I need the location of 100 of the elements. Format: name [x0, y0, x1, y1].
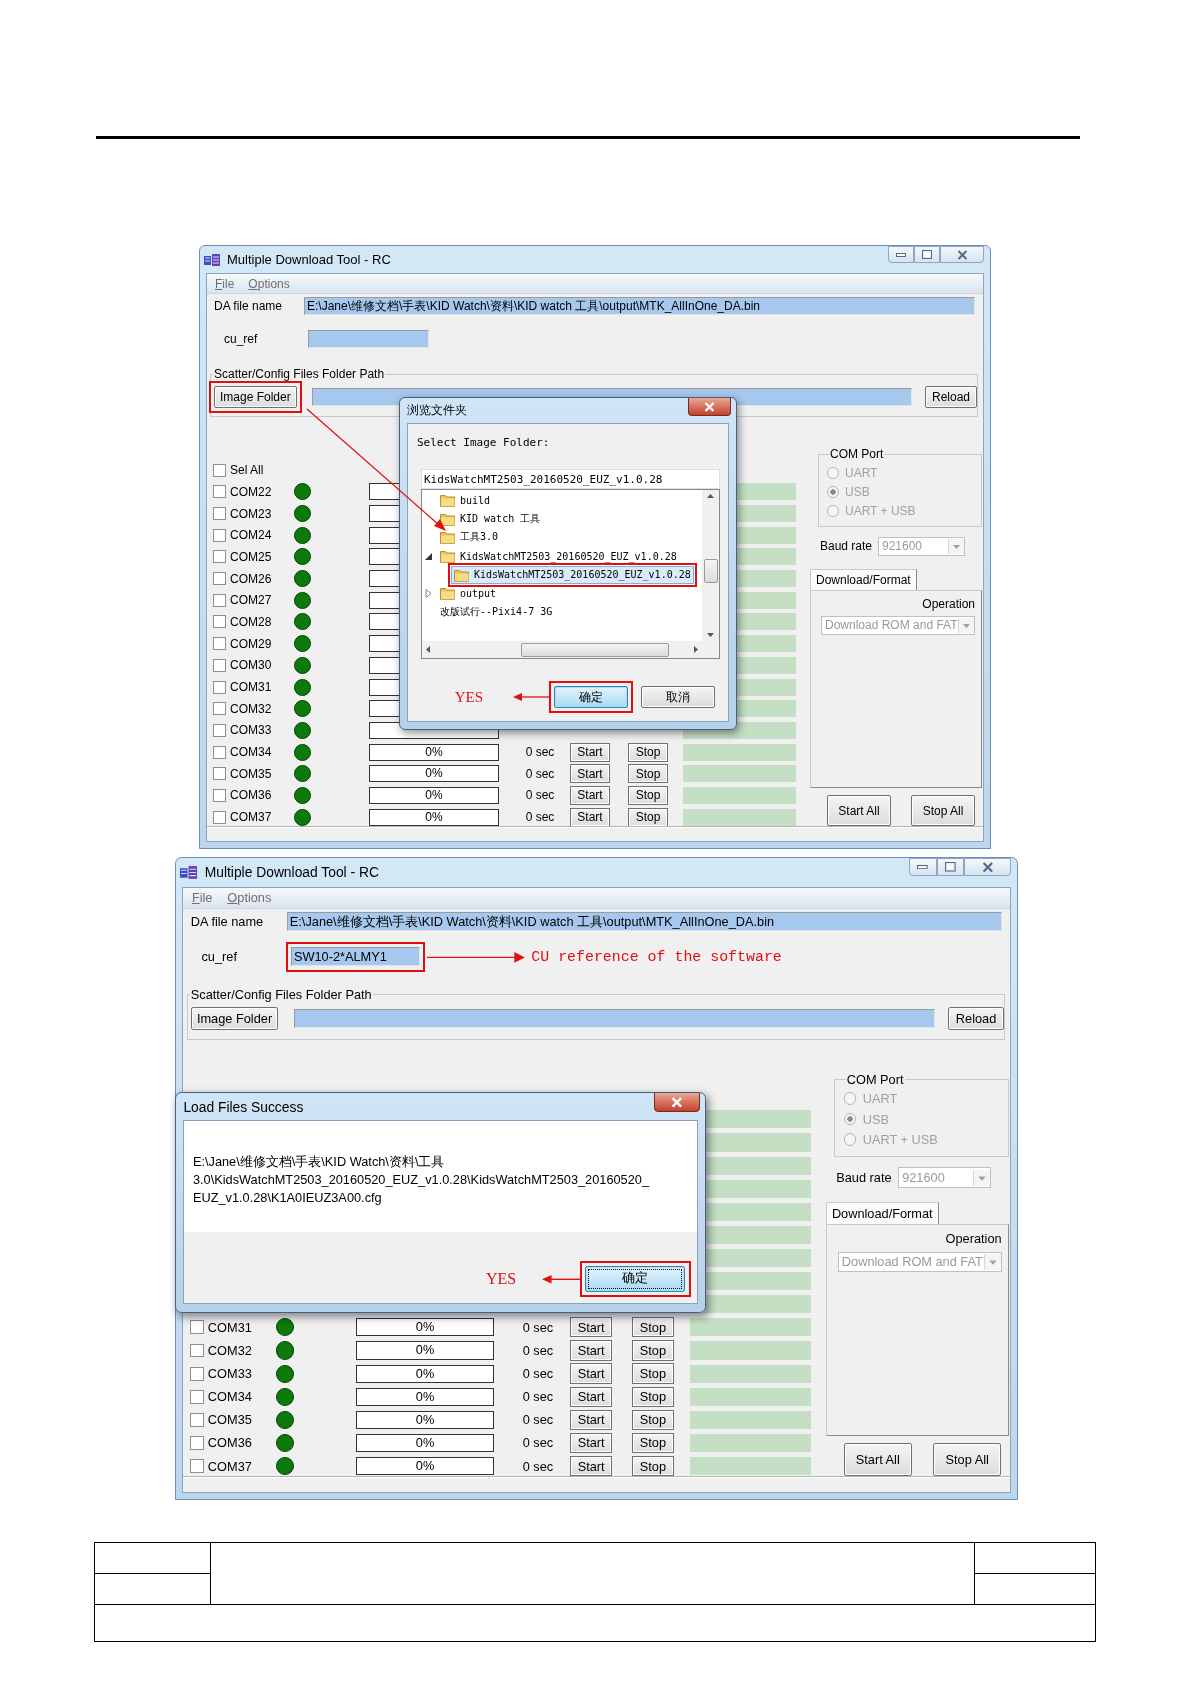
- stop-all-button[interactable]: Stop All: [911, 795, 975, 826]
- minimize-button[interactable]: [888, 246, 914, 263]
- checkbox[interactable]: [213, 463, 226, 477]
- folder-path-field[interactable]: [294, 1009, 935, 1029]
- start-button[interactable]: Start: [570, 807, 610, 827]
- checkbox[interactable]: [189, 1343, 204, 1358]
- start-button[interactable]: Start: [570, 785, 610, 805]
- start-button[interactable]: Start: [569, 1386, 613, 1407]
- checkbox[interactable]: [213, 767, 226, 781]
- tab[interactable]: Download/Format: [825, 1201, 939, 1224]
- stop-button[interactable]: Stop: [631, 1317, 675, 1338]
- stop-button[interactable]: Stop: [628, 742, 668, 762]
- start-button[interactable]: Start: [570, 742, 610, 762]
- maximize-button[interactable]: [914, 246, 940, 263]
- stop-button[interactable]: Stop: [628, 807, 668, 827]
- tree-item[interactable]: KID watch 工具: [437, 509, 544, 528]
- stop-button[interactable]: Stop: [628, 785, 668, 805]
- cu-ref-field[interactable]: [308, 330, 429, 348]
- start-all-button[interactable]: Start All: [827, 795, 891, 826]
- expand-arrow-icon[interactable]: [423, 588, 434, 598]
- image-folder-button[interactable]: Image Folder: [214, 386, 297, 408]
- tree-item[interactable]: build: [437, 491, 494, 510]
- checkbox[interactable]: [213, 637, 226, 651]
- dialog-button[interactable]: 取消: [641, 686, 715, 708]
- tree-item[interactable]: KidsWatchMT2503_20160520_EUZ_v1.0.28: [451, 565, 694, 584]
- checkbox[interactable]: [189, 1389, 204, 1404]
- checkbox[interactable]: [213, 528, 226, 542]
- checkbox[interactable]: [213, 658, 226, 672]
- checkbox[interactable]: [213, 485, 226, 499]
- radio-button[interactable]: [827, 504, 839, 517]
- scroll-left-icon[interactable]: [425, 645, 431, 654]
- start-all-button[interactable]: Start All: [843, 1442, 912, 1476]
- close-button[interactable]: [654, 1093, 701, 1113]
- da-file-field[interactable]: E:\Jane\维修文档\手表\KID Watch\资料\KID watch 工具\output\MTK_AllInOne_DA.bin: [286, 912, 1002, 932]
- dialog-button[interactable]: 确定: [554, 686, 628, 708]
- checkbox[interactable]: [213, 680, 226, 694]
- scrollbar-thumb[interactable]: [521, 642, 669, 657]
- reload-button[interactable]: Reload: [925, 386, 977, 408]
- checkbox[interactable]: [213, 810, 226, 824]
- checkbox[interactable]: [213, 723, 226, 737]
- start-button[interactable]: Start: [569, 1363, 613, 1384]
- tree-item[interactable]: KidsWatchMT2503_20160520_EUZ_v1.0.28: [437, 547, 680, 566]
- tab[interactable]: Download/Format: [810, 568, 917, 590]
- radio-button[interactable]: [827, 466, 839, 479]
- checkbox[interactable]: [213, 788, 226, 802]
- radio-button[interactable]: [827, 485, 839, 498]
- checkbox[interactable]: [213, 550, 226, 564]
- checkbox[interactable]: [189, 1366, 204, 1381]
- radio-button[interactable]: [843, 1092, 857, 1106]
- stop-all-button[interactable]: Stop All: [933, 1442, 1002, 1476]
- checkbox[interactable]: [213, 702, 226, 716]
- checkbox[interactable]: [213, 507, 226, 521]
- start-button[interactable]: Start: [569, 1432, 613, 1454]
- horizontal-scrollbar[interactable]: [422, 641, 702, 658]
- checkbox[interactable]: [213, 593, 226, 607]
- image-folder-button[interactable]: Image Folder: [190, 1006, 279, 1031]
- stop-button[interactable]: Stop: [631, 1386, 675, 1407]
- scroll-right-icon[interactable]: [693, 645, 699, 654]
- stop-button[interactable]: Stop: [631, 1409, 675, 1430]
- checkbox[interactable]: [213, 572, 226, 586]
- stop-button[interactable]: Stop: [631, 1455, 675, 1477]
- dialog-button[interactable]: 确定: [585, 1266, 686, 1292]
- cu-ref-field[interactable]: SW10-2*ALMY1: [290, 947, 420, 967]
- checkbox[interactable]: [213, 615, 226, 629]
- vertical-scrollbar[interactable]: [702, 490, 719, 641]
- radio-button[interactable]: [843, 1132, 857, 1146]
- menu-item[interactable]: Options: [242, 276, 296, 291]
- checkbox[interactable]: [189, 1459, 204, 1473]
- close-button[interactable]: [688, 398, 731, 416]
- stop-button[interactable]: Stop: [631, 1432, 675, 1454]
- tree-item[interactable]: 改版试行--Pixi4-7 3G: [437, 602, 556, 621]
- checkbox[interactable]: [189, 1320, 204, 1335]
- start-button[interactable]: Start: [570, 764, 610, 784]
- stop-button[interactable]: Stop: [631, 1340, 675, 1361]
- scrollbar-thumb[interactable]: [703, 559, 718, 583]
- scroll-up-icon[interactable]: [706, 493, 715, 499]
- close-button[interactable]: [940, 246, 984, 263]
- elapsed-time: 0 sec: [521, 1435, 555, 1451]
- tree-item[interactable]: output: [437, 584, 500, 603]
- radio-button[interactable]: [843, 1112, 857, 1126]
- stop-button[interactable]: Stop: [628, 764, 668, 784]
- start-button[interactable]: Start: [569, 1317, 613, 1338]
- menu-item[interactable]: File: [185, 890, 219, 906]
- minimize-button[interactable]: [908, 858, 937, 877]
- da-file-field[interactable]: E:\Jane\维修文档\手表\KID Watch\资料\KID watch 工具\output\MTK_AllInOne_DA.bin: [304, 297, 975, 315]
- checkbox[interactable]: [213, 745, 226, 759]
- stop-button[interactable]: Stop: [631, 1363, 675, 1384]
- tree-item[interactable]: 工具3.0: [437, 528, 502, 547]
- start-button[interactable]: Start: [569, 1340, 613, 1361]
- checkbox[interactable]: [189, 1436, 204, 1450]
- folder-path-field[interactable]: KidsWatchMT2503_20160520_EUZ_v1.0.28: [421, 469, 720, 489]
- menu-item[interactable]: Options: [220, 890, 278, 906]
- menu-item[interactable]: File: [209, 276, 241, 291]
- maximize-button[interactable]: [936, 858, 965, 877]
- reload-button[interactable]: Reload: [948, 1006, 1004, 1031]
- start-button[interactable]: Start: [569, 1409, 613, 1430]
- checkbox[interactable]: [189, 1412, 204, 1427]
- close-button[interactable]: [964, 858, 1012, 877]
- collapse-arrow-icon[interactable]: [423, 551, 434, 561]
- start-button[interactable]: Start: [569, 1455, 613, 1477]
